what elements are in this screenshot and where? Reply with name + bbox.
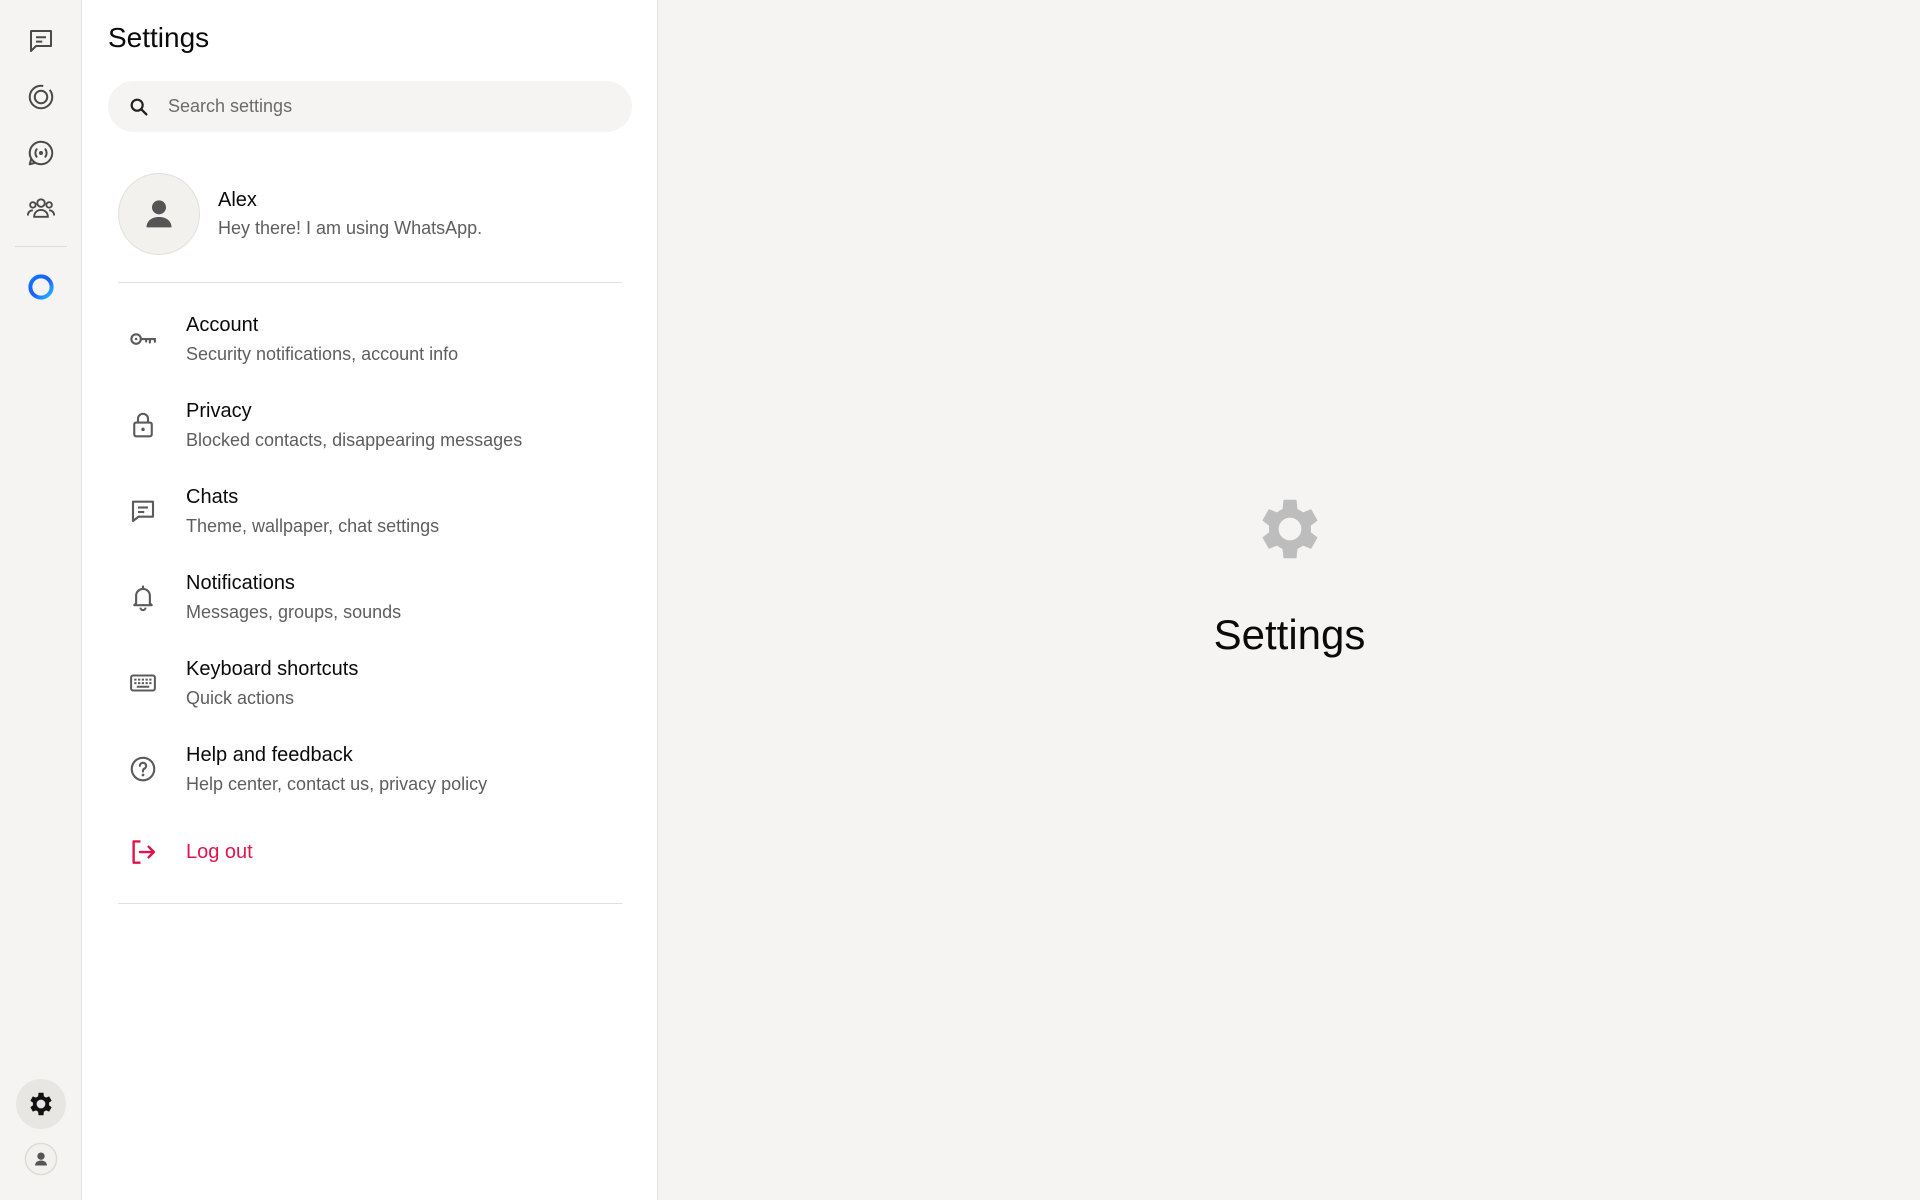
keyboard-icon bbox=[118, 658, 168, 708]
rail-divider bbox=[15, 246, 67, 247]
search-icon bbox=[128, 96, 150, 118]
menu-item-chats[interactable]: Chats Theme, wallpaper, chat settings bbox=[118, 472, 622, 550]
menu-item-privacy[interactable]: Privacy Blocked contacts, disappearing m… bbox=[118, 386, 622, 464]
rail-status-button[interactable] bbox=[16, 72, 66, 122]
nav-rail bbox=[0, 0, 82, 1200]
menu-item-account[interactable]: Account Security notifications, account … bbox=[118, 300, 622, 378]
logout-label: Log out bbox=[186, 840, 253, 863]
rail-communities-button[interactable] bbox=[16, 183, 66, 233]
search-input[interactable] bbox=[166, 95, 606, 118]
menu-item-keyboard-shortcuts[interactable]: Keyboard shortcuts Quick actions bbox=[118, 644, 622, 722]
chat-icon bbox=[118, 486, 168, 536]
menu-subtitle: Messages, groups, sounds bbox=[186, 601, 402, 622]
menu-subtitle: Quick actions bbox=[186, 687, 295, 708]
bell-icon bbox=[118, 572, 168, 622]
menu-title: Keyboard shortcuts bbox=[186, 657, 359, 680]
menu-title: Help and feedback bbox=[186, 743, 353, 766]
menu-title: Chats bbox=[186, 485, 239, 508]
lock-icon bbox=[118, 400, 168, 450]
profile-avatar bbox=[118, 173, 200, 255]
settings-panel: Settings Alex Hey there! I am using What… bbox=[82, 0, 658, 1200]
rail-settings-button[interactable] bbox=[16, 1079, 66, 1129]
bottom-divider bbox=[118, 903, 622, 904]
status-icon bbox=[28, 84, 54, 110]
meta-ai-ring-icon bbox=[28, 274, 54, 300]
person-icon bbox=[146, 200, 172, 228]
empty-state: Settings bbox=[659, 490, 1920, 659]
profile-status: Hey there! I am using WhatsApp. bbox=[218, 218, 483, 238]
menu-title: Account bbox=[186, 313, 259, 336]
rail-profile-button[interactable] bbox=[16, 1134, 66, 1184]
avatar-icon bbox=[24, 1142, 58, 1176]
search-bar[interactable] bbox=[108, 81, 632, 132]
profile-card[interactable]: Alex Hey there! I am using WhatsApp. bbox=[118, 172, 622, 256]
communities-icon bbox=[26, 198, 56, 218]
rail-channels-button[interactable] bbox=[16, 128, 66, 178]
gear-icon bbox=[30, 1092, 52, 1116]
panel-title: Settings bbox=[108, 22, 210, 53]
menu-item-help-feedback[interactable]: Help and feedback Help center, contact u… bbox=[118, 730, 622, 808]
empty-state-title: Settings bbox=[1213, 611, 1366, 658]
menu-title: Notifications bbox=[186, 571, 295, 594]
profile-name: Alex bbox=[218, 189, 257, 211]
help-icon bbox=[118, 744, 168, 794]
menu-subtitle: Help center, contact us, privacy policy bbox=[186, 773, 488, 794]
menu-item-notifications[interactable]: Notifications Messages, groups, sounds bbox=[118, 558, 622, 636]
rail-meta-ai-button[interactable] bbox=[16, 262, 66, 312]
key-icon bbox=[118, 314, 168, 364]
menu-subtitle: Theme, wallpaper, chat settings bbox=[186, 515, 440, 536]
content-area: Settings bbox=[659, 0, 1920, 1200]
profile-divider bbox=[118, 282, 622, 283]
gear-icon bbox=[1251, 490, 1329, 573]
logout-button[interactable]: Log out bbox=[118, 813, 622, 891]
menu-subtitle: Security notifications, account info bbox=[186, 343, 459, 364]
menu-subtitle: Blocked contacts, disappearing messages bbox=[186, 429, 523, 450]
logout-icon bbox=[118, 827, 168, 877]
chat-icon bbox=[30, 30, 52, 52]
rail-chats-button[interactable] bbox=[16, 16, 66, 66]
menu-title: Privacy bbox=[186, 399, 252, 422]
channels-icon bbox=[28, 140, 54, 166]
